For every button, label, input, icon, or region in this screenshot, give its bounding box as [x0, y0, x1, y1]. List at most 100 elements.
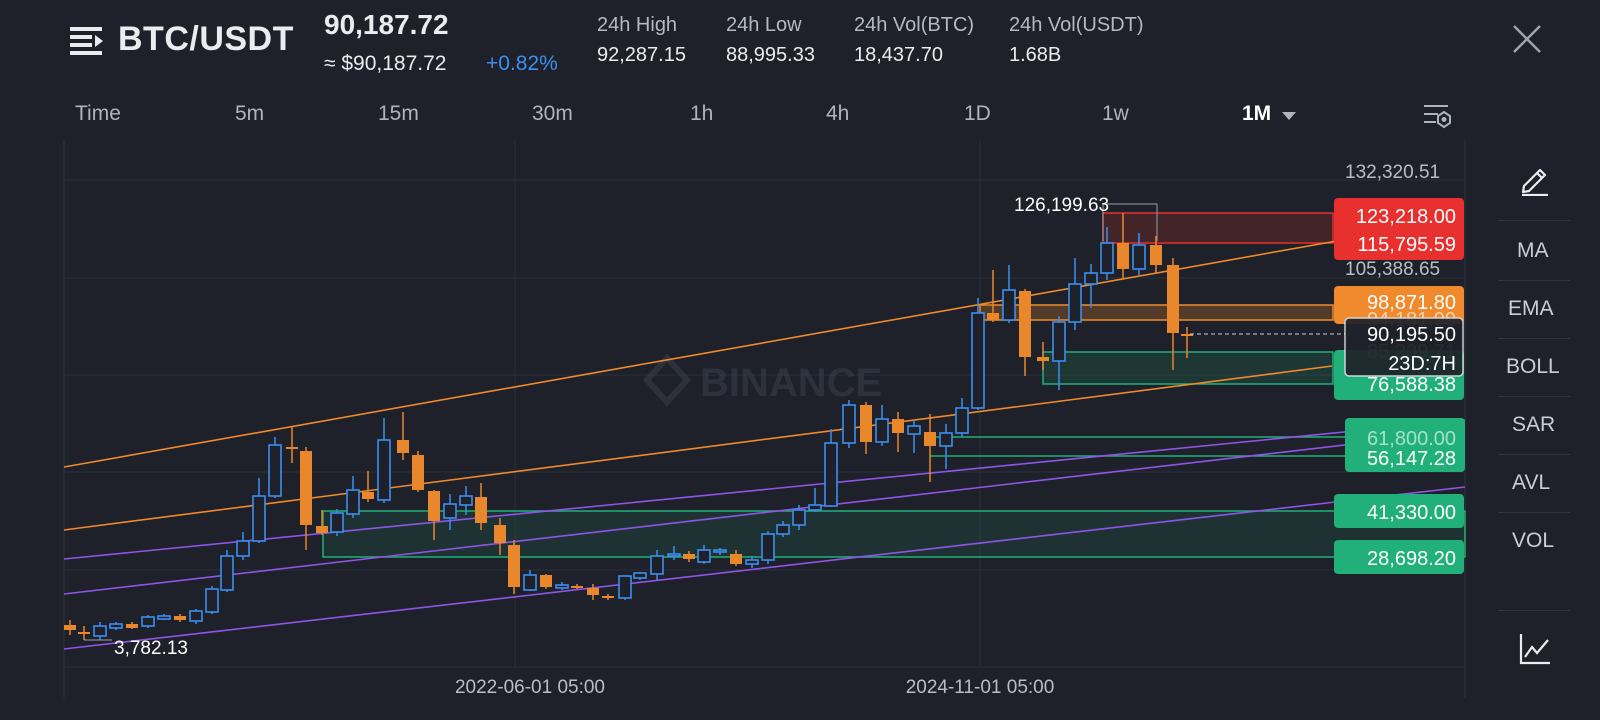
candle	[745, 556, 759, 568]
candle	[412, 451, 424, 492]
watermark-text: BINANCE	[700, 361, 882, 405]
chevron-down-icon[interactable]	[1282, 112, 1296, 120]
candle-body	[330, 512, 344, 533]
candle-body	[987, 313, 999, 320]
candle	[1019, 289, 1031, 376]
candle	[618, 575, 632, 600]
pair-title[interactable]: BTC/USDT	[118, 20, 294, 59]
indicator-boll[interactable]: BOLL	[1506, 355, 1560, 379]
pencil-icon[interactable]	[1518, 162, 1552, 196]
candle	[540, 574, 552, 589]
candle	[362, 471, 374, 502]
candle	[1068, 258, 1082, 330]
candle	[157, 614, 171, 620]
tab-1h[interactable]: 1h	[690, 102, 713, 126]
resistance-zone	[1102, 212, 1334, 244]
candle	[842, 400, 856, 448]
tab-1d[interactable]: 1D	[964, 102, 991, 126]
candle-body	[443, 503, 457, 519]
candle-body	[412, 455, 424, 490]
tab-1w[interactable]: 1w	[1102, 102, 1129, 126]
candle	[475, 483, 487, 530]
candle	[252, 478, 266, 543]
stat-value-low: 88,995.33	[726, 44, 815, 66]
candle-body	[860, 405, 872, 442]
candle-body	[730, 554, 742, 564]
candle	[523, 570, 537, 591]
tab-30m[interactable]: 30m	[532, 102, 573, 126]
tab-1m[interactable]: 1M	[1242, 102, 1271, 126]
candle-body	[683, 554, 695, 559]
candle-body	[1100, 242, 1114, 274]
candle	[236, 532, 250, 560]
candle-body	[971, 312, 985, 409]
candle	[220, 550, 234, 592]
indicator-ma[interactable]: MA	[1517, 239, 1549, 263]
candle-body	[316, 526, 328, 533]
candle	[377, 418, 391, 503]
close-icon[interactable]	[1510, 22, 1544, 56]
x-axis-label: 2024-11-01 05:00	[906, 677, 1055, 698]
indicator-sar[interactable]: SAR	[1512, 413, 1555, 437]
candle	[860, 402, 872, 454]
candle-body	[1132, 244, 1146, 270]
candle-body	[892, 419, 904, 433]
candle-body	[1068, 283, 1082, 323]
candle-body	[397, 440, 409, 453]
candle	[875, 405, 889, 446]
level-label-41330: 41,330.00	[1367, 502, 1456, 524]
candle	[508, 540, 520, 594]
candle-body	[93, 625, 107, 637]
candle-body	[955, 407, 969, 434]
chart-settings-icon[interactable]	[1422, 102, 1452, 130]
candles	[64, 213, 1193, 640]
candle-body	[157, 615, 171, 620]
candle-body	[286, 447, 298, 449]
candle-body	[633, 572, 647, 579]
candle-body	[618, 575, 632, 599]
candle	[286, 426, 298, 463]
candle	[346, 476, 360, 518]
toolbar-divider	[1498, 512, 1570, 513]
candle-body	[1037, 357, 1049, 361]
level-label-56147: 56,147.28	[1367, 448, 1456, 470]
toolbar-divider	[1498, 280, 1570, 281]
tab-time[interactable]: Time	[75, 102, 121, 126]
tab-4h[interactable]: 4h	[826, 102, 849, 126]
candle-body	[842, 404, 856, 444]
candle-body	[1084, 272, 1098, 285]
candle-body	[761, 533, 775, 561]
candle	[587, 584, 599, 600]
tab-5m[interactable]: 5m	[235, 102, 264, 126]
candle	[126, 622, 138, 629]
countdown-label: 23D:7H	[1388, 353, 1456, 375]
candle	[571, 584, 583, 589]
candle-body	[1002, 289, 1016, 321]
candle	[268, 437, 282, 498]
tab-15m[interactable]: 15m	[378, 102, 419, 126]
candle-body	[667, 553, 681, 557]
candle-body	[745, 559, 759, 565]
candle-body	[64, 625, 76, 630]
candle-body	[508, 545, 520, 587]
line-chart-icon[interactable]	[1518, 632, 1552, 666]
candle-body	[1167, 265, 1179, 333]
candle-body	[924, 432, 936, 446]
candle-body	[1019, 291, 1031, 357]
indicator-avl[interactable]: AVL	[1512, 471, 1550, 495]
indicator-ema[interactable]: EMA	[1508, 297, 1554, 321]
y-axis-label: 132,320.51	[1345, 162, 1440, 183]
candle-body	[792, 509, 806, 526]
menu-icon[interactable]	[70, 24, 104, 58]
candle	[761, 531, 775, 564]
toolbar-divider	[1498, 454, 1570, 455]
candle-body	[1117, 243, 1129, 269]
candlestick-chart[interactable]: BINANCE 126,199.63 3,782.13 132,320.51 105,3…	[0, 138, 1470, 698]
orange-zone	[979, 304, 1334, 321]
level-label-61800: 61,800.00	[1367, 428, 1456, 450]
candle-body	[939, 432, 953, 447]
candle-body	[362, 492, 374, 499]
indicator-vol[interactable]: VOL	[1512, 529, 1554, 553]
candle	[109, 622, 123, 630]
candle	[141, 615, 155, 628]
